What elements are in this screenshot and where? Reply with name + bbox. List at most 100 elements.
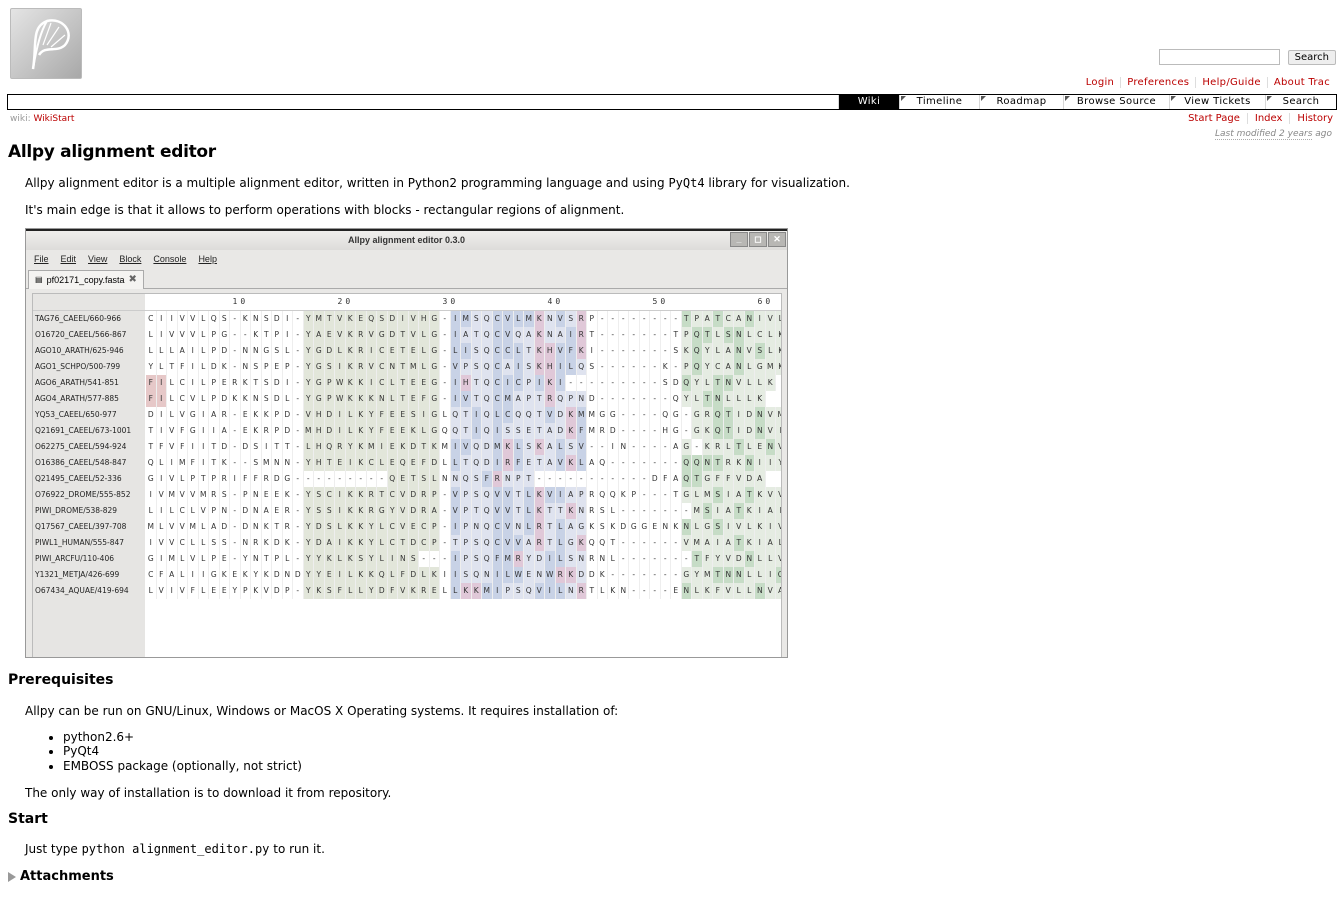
- attachments-toggle[interactable]: Attachments: [8, 869, 114, 884]
- tab-timeline[interactable]: Timeline: [899, 95, 979, 109]
- breadcrumb-page-link[interactable]: WikiStart: [33, 114, 74, 124]
- residue-cell: V: [503, 535, 514, 551]
- residue-cell: L: [419, 343, 430, 359]
- residue-cell: K: [755, 391, 766, 407]
- residue-cell: -: [629, 567, 640, 583]
- residue-cell: -: [682, 503, 692, 519]
- residue-cell: Q: [598, 535, 608, 551]
- menu-edit: Edit: [60, 254, 77, 264]
- residue-cell: V: [398, 487, 409, 503]
- residue-cell: -: [629, 551, 640, 567]
- residue-cell: W: [335, 391, 346, 407]
- trac-logo[interactable]: [10, 8, 82, 79]
- residue-cell: N: [734, 359, 745, 375]
- residue-cell: T: [713, 567, 724, 583]
- residue-cell: H: [314, 407, 325, 423]
- residue-cell: -: [629, 471, 640, 487]
- residue-cell: G: [566, 535, 577, 551]
- residue-cell: L: [608, 551, 619, 567]
- residue-cell: E: [429, 583, 440, 599]
- preferences-link[interactable]: Preferences: [1120, 77, 1195, 88]
- residue-cell: M: [188, 519, 199, 535]
- residue-cell: Q: [482, 327, 493, 343]
- residue-cell: Y: [345, 439, 356, 455]
- residue-cell: A: [723, 535, 734, 551]
- start-text-end: to run it.: [273, 842, 325, 856]
- residue-cell: G: [429, 359, 440, 375]
- residue-cell: D: [272, 567, 283, 583]
- residue-cell: L: [692, 487, 703, 503]
- residue-cell: N: [734, 327, 745, 343]
- tab-wiki[interactable]: Wiki: [838, 95, 899, 109]
- tab-browse-source[interactable]: Browse Source: [1063, 95, 1169, 109]
- residue-cell: R: [366, 487, 377, 503]
- alignment-row: AGO1_SCHPO/500-799 Y L T F I L D K - N S P E P - Y G S I K R V…: [33, 359, 781, 375]
- residue-cell: L: [776, 311, 781, 327]
- residue-cell: S: [471, 471, 482, 487]
- residue-cell: -: [314, 471, 325, 487]
- residue-cell: A: [555, 327, 566, 343]
- tab-search[interactable]: Search: [1265, 95, 1336, 109]
- tab-roadmap[interactable]: Roadmap: [979, 95, 1063, 109]
- tab-view-tickets[interactable]: View Tickets: [1169, 95, 1265, 109]
- residue-cell: N: [619, 583, 629, 599]
- residue-cell: D: [429, 455, 440, 471]
- residue-cell: -: [650, 535, 661, 551]
- residue-cell: K: [702, 583, 713, 599]
- residue-cell: A: [324, 535, 335, 551]
- residue-cell: K: [503, 439, 514, 455]
- search-input[interactable]: [1158, 49, 1280, 65]
- residue-cell: Q: [692, 359, 703, 375]
- residue-cell: -: [661, 487, 671, 503]
- residue-cell: D: [314, 535, 325, 551]
- residue-cell: -: [587, 471, 598, 487]
- residue-cell: R: [335, 439, 346, 455]
- residue-cell: I: [734, 407, 745, 423]
- about-trac-link[interactable]: About Trac: [1266, 77, 1336, 88]
- residue-cell: L: [692, 583, 703, 599]
- residue-cell: N: [755, 407, 766, 423]
- residue-cell: D: [272, 535, 283, 551]
- residue-cell: K: [345, 375, 356, 391]
- residue-cell: P: [681, 359, 692, 375]
- residue-cell: G: [671, 407, 682, 423]
- residue-cell: T: [167, 359, 178, 375]
- residue-cell: -: [293, 519, 304, 535]
- index-link[interactable]: Index: [1246, 113, 1290, 124]
- residue-cell: D: [555, 423, 566, 439]
- residue-cell: V: [776, 439, 781, 455]
- alignment-row: AGO4_ARATH/577-885 F I L C V L P D K K N S D L - Y G P W K K K…: [33, 391, 781, 407]
- history-link[interactable]: History: [1289, 113, 1333, 124]
- sequence-name: Q21495_CAEEL/52-336: [35, 474, 122, 483]
- residue-cell: -: [682, 423, 692, 439]
- residue-cell: L: [440, 583, 451, 599]
- residue-cell: -: [629, 311, 640, 327]
- search-button[interactable]: Search: [1287, 50, 1336, 65]
- residue-cell: -: [293, 375, 304, 391]
- help-guide-link[interactable]: Help/Guide: [1195, 77, 1267, 88]
- residue-cell: I: [503, 375, 514, 391]
- residue-cell: A: [524, 327, 535, 343]
- residue-cell: -: [293, 455, 304, 471]
- residue-cell: T: [734, 503, 745, 519]
- residue-cell: L: [713, 343, 724, 359]
- start-text: Just type: [25, 842, 78, 856]
- residue-cell: I: [450, 519, 461, 535]
- start-page-link[interactable]: Start Page: [1181, 113, 1247, 124]
- residue-cell: E: [524, 455, 535, 471]
- residue-cell: L: [199, 375, 209, 391]
- residue-cell: S: [755, 343, 766, 359]
- residue-cell: V: [178, 487, 188, 503]
- residue-cell: A: [702, 535, 713, 551]
- residue-cell: I: [335, 423, 346, 439]
- residue-cell: L: [744, 519, 755, 535]
- residue-cell: E: [209, 583, 220, 599]
- login-link[interactable]: Login: [1080, 77, 1120, 88]
- last-modified-link[interactable]: Last modified 2 years: [1214, 129, 1313, 140]
- residue-cell: G: [681, 439, 692, 455]
- residue-cell: V: [167, 439, 178, 455]
- residue-cell: D: [587, 391, 598, 407]
- residue-cell: Q: [482, 407, 493, 423]
- residue-cell: K: [345, 487, 356, 503]
- residue-cell: Y: [146, 359, 157, 375]
